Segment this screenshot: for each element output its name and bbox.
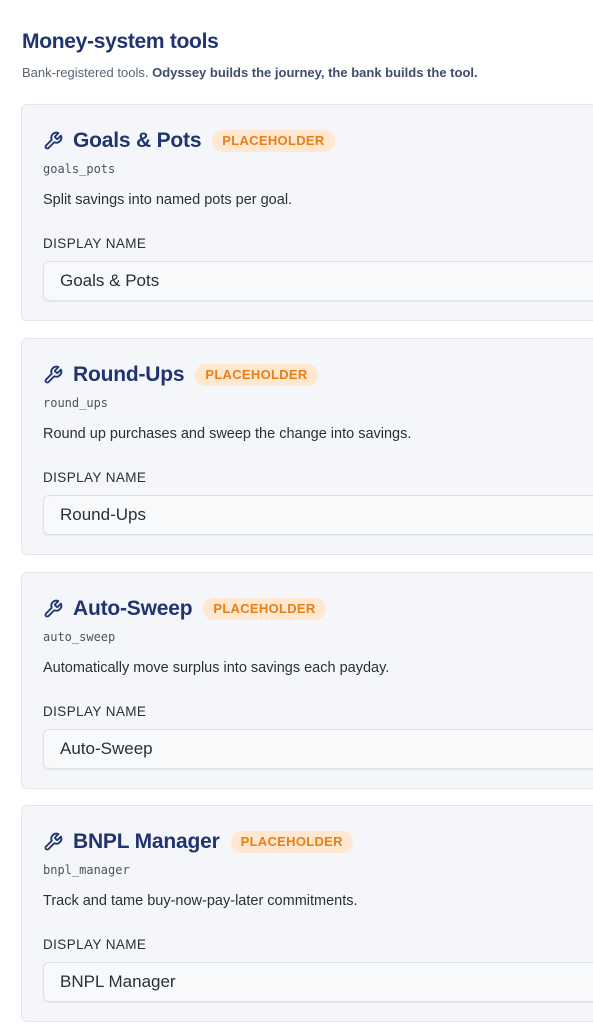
section-title: Money-system tools — [22, 30, 219, 53]
status-badge: PLACEHOLDER — [230, 831, 353, 853]
tool-card-header: Goals & Pots PLACEHOLDER — [43, 129, 335, 153]
tool-card-header: Round-Ups PLACEHOLDER — [43, 363, 318, 387]
display-name-label: DISPLAY NAME — [43, 470, 147, 485]
tool-description: Split savings into named pots per goal. — [43, 192, 293, 208]
tool-description: Round up purchases and sweep the change … — [43, 426, 412, 442]
tool-card-auto-sweep: Auto-Sweep PLACEHOLDER auto_sweep Automa… — [21, 572, 593, 789]
tool-name: BNPL Manager — [73, 830, 220, 853]
subtitle-emphasis: Odyssey builds the journey, the bank bui… — [152, 65, 478, 80]
tool-card-bnpl-manager: BNPL Manager PLACEHOLDER bnpl_manager Tr… — [21, 805, 593, 1022]
status-badge: PLACEHOLDER — [203, 598, 326, 620]
wrench-icon — [43, 131, 63, 151]
tool-card-goals-pots: Goals & Pots PLACEHOLDER goals_pots Spli… — [21, 104, 593, 321]
section-subtitle: Bank-registered tools. Odyssey builds th… — [22, 65, 478, 80]
display-name-input[interactable] — [43, 962, 593, 1002]
display-name-input[interactable] — [43, 495, 593, 535]
tool-description: Automatically move surplus into savings … — [43, 660, 390, 676]
tool-name: Round-Ups — [73, 363, 185, 386]
tool-id: round_ups — [43, 396, 109, 410]
display-name-label: DISPLAY NAME — [43, 704, 147, 719]
display-name-label: DISPLAY NAME — [43, 937, 147, 952]
tool-id: bnpl_manager — [43, 863, 130, 877]
money-system-tools-page: Money-system tools Bank-registered tools… — [0, 0, 593, 1026]
display-name-label: DISPLAY NAME — [43, 236, 147, 251]
tool-card-header: Auto-Sweep PLACEHOLDER — [43, 597, 326, 621]
wrench-icon — [43, 365, 63, 385]
status-badge: PLACEHOLDER — [212, 130, 335, 152]
tool-description: Track and tame buy-now-pay-later commitm… — [43, 893, 358, 909]
display-name-input[interactable] — [43, 729, 593, 769]
wrench-icon — [43, 599, 63, 619]
tool-name: Goals & Pots — [73, 129, 202, 152]
subtitle-text: Bank-registered tools. — [22, 65, 153, 80]
tool-card-header: BNPL Manager PLACEHOLDER — [43, 830, 353, 854]
status-badge: PLACEHOLDER — [195, 364, 318, 386]
tool-id: auto_sweep — [43, 630, 116, 644]
wrench-icon — [43, 832, 63, 852]
tool-card-round-ups: Round-Ups PLACEHOLDER round_ups Round up… — [21, 338, 593, 555]
display-name-input[interactable] — [43, 261, 593, 301]
tool-id: goals_pots — [43, 162, 116, 176]
tool-name: Auto-Sweep — [73, 597, 193, 620]
